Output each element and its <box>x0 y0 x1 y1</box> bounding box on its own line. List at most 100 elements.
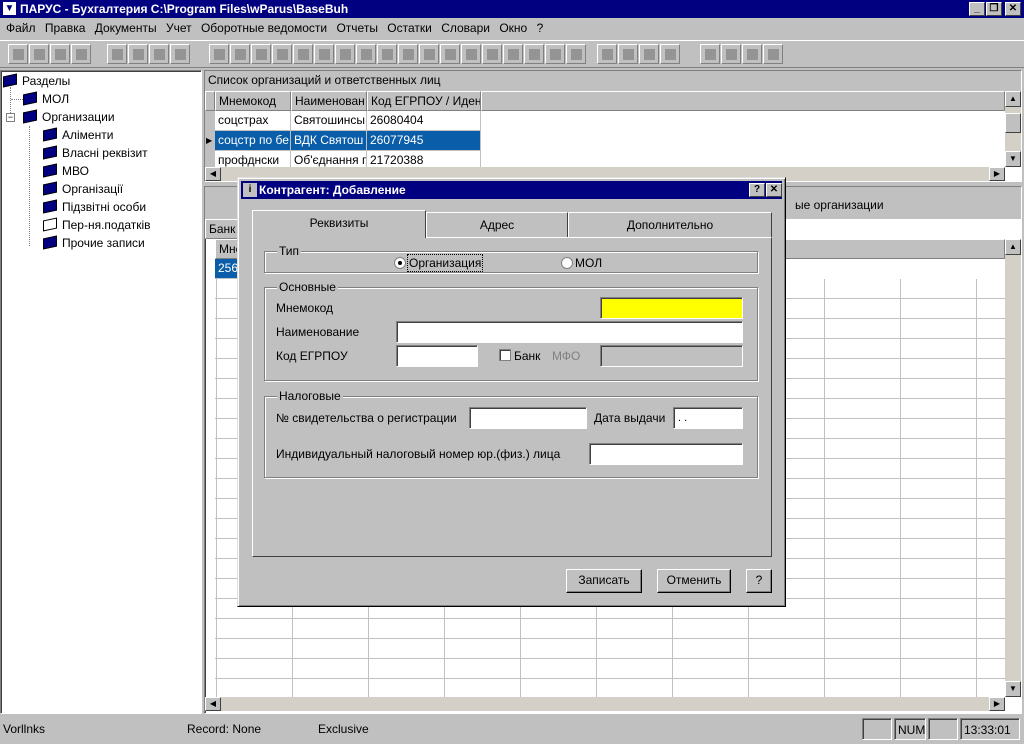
doc14-icon[interactable] <box>482 44 502 64</box>
radio-organization[interactable] <box>394 257 406 269</box>
bank-checkbox-label[interactable]: Банк <box>514 348 540 364</box>
export-icon[interactable] <box>763 44 783 64</box>
database-icon[interactable] <box>170 44 190 64</box>
window2-icon[interactable] <box>721 44 741 64</box>
table-cell[interactable]: соцстр по бе <box>215 131 291 151</box>
scroll-right-button[interactable]: ▶ <box>989 167 1005 181</box>
table-cell[interactable]: 26080404 <box>367 111 481 131</box>
print-icon[interactable] <box>149 44 169 64</box>
menu-accounting[interactable]: Учет <box>160 18 192 38</box>
tab-requisites[interactable]: Реквизиты <box>252 210 426 238</box>
doc7-icon[interactable] <box>335 44 355 64</box>
menu-reports[interactable]: Отчеты <box>330 18 377 38</box>
save-button[interactable]: Записать <box>566 569 642 593</box>
doc5-icon[interactable] <box>293 44 313 64</box>
edit-icon[interactable] <box>50 44 70 64</box>
calc-icon[interactable] <box>618 44 638 64</box>
menu-documents[interactable]: Документы <box>89 18 157 38</box>
refresh-icon[interactable] <box>128 44 148 64</box>
menu-file[interactable]: Файл <box>0 18 36 38</box>
tree-item-other[interactable]: Прочие записи <box>43 234 145 252</box>
doc10-icon[interactable] <box>398 44 418 64</box>
scroll-down-button[interactable]: ▼ <box>1005 151 1021 167</box>
filter-icon[interactable] <box>107 44 127 64</box>
col-header-name[interactable]: Наименован <box>291 91 367 111</box>
tree-item-organizatsii[interactable]: Організації <box>43 180 123 198</box>
scroll-left-button[interactable]: ◀ <box>205 697 221 711</box>
doc12-icon[interactable] <box>440 44 460 64</box>
doc13-icon[interactable] <box>461 44 481 64</box>
tree-item-aliments[interactable]: Аліменти <box>43 126 113 144</box>
collapse-toggle[interactable]: − <box>6 113 15 122</box>
dialog-close-button[interactable]: ✕ <box>766 183 782 197</box>
doc16-icon[interactable] <box>524 44 544 64</box>
doc3-icon[interactable] <box>251 44 271 64</box>
table-cell[interactable]: соцстрах <box>215 111 291 131</box>
vertical-scrollbar[interactable]: ▲ ▼ <box>1005 239 1021 697</box>
tab-address[interactable]: Адрес <box>426 212 568 238</box>
delete-icon[interactable] <box>71 44 91 64</box>
radio-mol[interactable] <box>561 257 573 269</box>
doc2-icon[interactable] <box>230 44 250 64</box>
vertical-scrollbar[interactable]: ▲ ▼ <box>1005 91 1021 167</box>
tab-other-organizations[interactable]: ые организации <box>795 197 884 213</box>
col-header-mnemocode[interactable]: Мнемокод <box>215 91 291 111</box>
table-cell[interactable]: Святошинсы <box>291 111 367 131</box>
tab-additional[interactable]: Дополнительно <box>568 212 772 238</box>
doc4-icon[interactable] <box>272 44 292 64</box>
egrpou-input[interactable] <box>396 345 478 367</box>
doc9-icon[interactable] <box>377 44 397 64</box>
inn-input[interactable] <box>589 443 743 465</box>
report-icon[interactable] <box>660 44 680 64</box>
bank-checkbox[interactable] <box>499 349 511 361</box>
tree-item-accountable[interactable]: Підзвітні особи <box>43 198 146 216</box>
help-button[interactable]: ? <box>746 569 772 593</box>
radio-mol-label[interactable]: МОЛ <box>575 255 602 271</box>
certificate-input[interactable] <box>469 407 587 429</box>
menu-window[interactable]: Окно <box>493 18 527 38</box>
tree-item-mol[interactable]: МОЛ <box>23 90 69 108</box>
folder-icon[interactable] <box>742 44 762 64</box>
dialog-help-button[interactable]: ? <box>749 183 765 197</box>
mnemocode-input[interactable] <box>600 297 743 319</box>
doc1-icon[interactable] <box>209 44 229 64</box>
issue-date-input[interactable]: . . <box>673 407 743 429</box>
menu-help[interactable]: ? <box>531 18 544 38</box>
col-header-egrpou[interactable]: Код ЕГРПОУ / Идент <box>367 91 481 111</box>
doc15-icon[interactable] <box>503 44 523 64</box>
scroll-up-button[interactable]: ▲ <box>1005 239 1021 255</box>
radio-organization-label[interactable]: Организация <box>406 254 484 272</box>
table-cell[interactable]: ВДК Святош <box>291 131 367 151</box>
scroll-thumb[interactable] <box>1005 113 1021 133</box>
doc6-icon[interactable] <box>314 44 334 64</box>
tree-root[interactable]: Разделы <box>3 72 70 90</box>
doc8-icon[interactable] <box>356 44 376 64</box>
cancel-button[interactable]: Отменить <box>657 569 731 593</box>
menu-balances[interactable]: Остатки <box>381 18 432 38</box>
money-icon[interactable] <box>597 44 617 64</box>
menu-dictionaries[interactable]: Словари <box>435 18 490 38</box>
scroll-up-button[interactable]: ▲ <box>1005 91 1021 107</box>
tree-item-mvo[interactable]: МВО <box>43 162 89 180</box>
stats-icon[interactable] <box>639 44 659 64</box>
doc17-icon[interactable] <box>545 44 565 64</box>
scroll-down-button[interactable]: ▼ <box>1005 681 1021 697</box>
close-button[interactable]: ✕ <box>1005 2 1021 16</box>
copy-icon[interactable] <box>29 44 49 64</box>
window1-icon[interactable] <box>700 44 720 64</box>
tree-item-organizations[interactable]: Организации <box>23 108 115 126</box>
table-cell[interactable]: 26077945 <box>367 131 481 151</box>
minimize-button[interactable]: _ <box>969 2 985 16</box>
new-icon[interactable] <box>8 44 28 64</box>
scroll-right-button[interactable]: ▶ <box>989 697 1005 711</box>
doc11-icon[interactable] <box>419 44 439 64</box>
doc18-icon[interactable] <box>566 44 586 64</box>
menu-edit[interactable]: Правка <box>39 18 86 38</box>
name-input[interactable] <box>396 321 743 343</box>
menu-turnover[interactable]: Оборотные ведомости <box>195 18 327 38</box>
horizontal-scrollbar[interactable]: ◀ ▶ <box>205 697 1005 711</box>
maximize-button[interactable]: ❐ <box>986 2 1002 16</box>
scroll-left-button[interactable]: ◀ <box>205 167 221 181</box>
tree-item-tax-transfer[interactable]: Пер-ня.податків <box>43 216 151 234</box>
tree-item-own-details[interactable]: Власні реквізит <box>43 144 148 162</box>
